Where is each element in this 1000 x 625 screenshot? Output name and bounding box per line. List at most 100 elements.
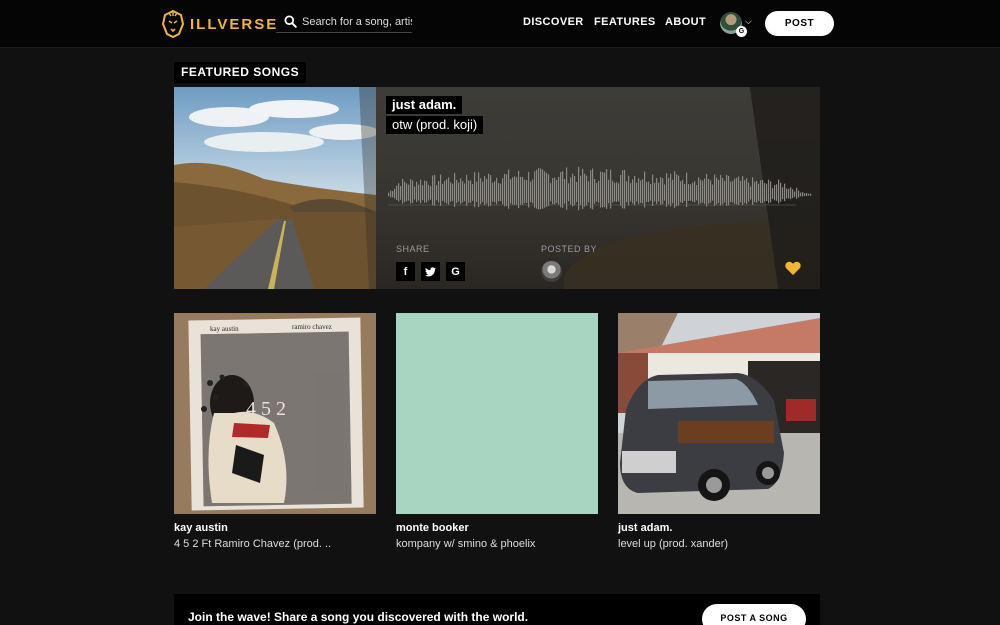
waveform-bar bbox=[592, 168, 594, 210]
nav-features[interactable]: FEATURES bbox=[594, 16, 656, 28]
waveform-bar bbox=[540, 168, 542, 210]
search-icon[interactable] bbox=[284, 14, 297, 29]
waveform[interactable] bbox=[388, 153, 812, 225]
waveform-bar bbox=[422, 185, 424, 201]
featured-song-card[interactable]: just adam. otw (prod. koji) SHARE f G PO… bbox=[174, 87, 820, 289]
waveform-bar bbox=[804, 193, 806, 196]
waveform-bar bbox=[748, 182, 750, 202]
waveform-bar bbox=[408, 184, 410, 201]
waveform-bar bbox=[478, 172, 480, 208]
twitter-share-button[interactable] bbox=[421, 262, 440, 281]
waveform-bar bbox=[472, 184, 474, 201]
top-nav: ILLVERSE DISCOVER FEATURES ABOUT G ⌵ POS… bbox=[0, 0, 1000, 48]
nav-about[interactable]: ABOUT bbox=[665, 16, 706, 28]
lion-head-icon bbox=[162, 10, 184, 38]
waveform-bar bbox=[398, 183, 400, 202]
album-art[interactable] bbox=[618, 313, 820, 514]
card-artist[interactable]: just adam. bbox=[618, 522, 672, 534]
waveform-bar bbox=[724, 180, 726, 203]
album-art-label-left: kay austin bbox=[210, 325, 239, 333]
waveform-bar bbox=[474, 172, 476, 208]
waveform-bar bbox=[650, 184, 652, 201]
song-card[interactable]: kay austin ramiro chavez 4 5 2 kay austi… bbox=[174, 313, 376, 550]
waveform-bar bbox=[756, 180, 758, 203]
waveform-bar bbox=[684, 183, 686, 201]
post-a-song-button[interactable]: POST A SONG bbox=[702, 604, 806, 625]
waveform-bar bbox=[780, 182, 782, 202]
card-song-title[interactable]: level up (prod. xander) bbox=[618, 538, 728, 550]
waveform-bar bbox=[800, 192, 802, 197]
album-art[interactable] bbox=[396, 313, 598, 514]
waveform-bar bbox=[562, 171, 564, 208]
featured-artist[interactable]: just adam. bbox=[386, 96, 463, 114]
waveform-bar bbox=[434, 174, 436, 206]
waveform-bar bbox=[466, 174, 468, 206]
waveform-bar bbox=[450, 182, 452, 202]
waveform-bar bbox=[544, 171, 546, 208]
waveform-bar bbox=[714, 174, 716, 206]
search-bar bbox=[276, 11, 412, 33]
featured-song-title[interactable]: otw (prod. koji) bbox=[386, 116, 484, 134]
nav-discover[interactable]: DISCOVER bbox=[523, 16, 584, 28]
waveform-bar bbox=[504, 173, 506, 207]
waveform-bar bbox=[538, 167, 540, 210]
waveform-bar bbox=[396, 185, 398, 201]
waveform-bar bbox=[708, 178, 710, 204]
user-menu[interactable]: G ⌵ bbox=[720, 12, 754, 38]
waveform-bar bbox=[492, 182, 494, 202]
waveform-bar bbox=[802, 192, 804, 197]
facebook-share-button[interactable]: f bbox=[396, 262, 415, 281]
song-card[interactable]: just adam. level up (prod. xander) bbox=[618, 313, 820, 550]
card-song-title[interactable]: 4 5 2 Ft Ramiro Chavez (prod. .. bbox=[174, 538, 331, 550]
post-song-banner: Join the wave! Share a song you discover… bbox=[174, 594, 820, 625]
waveform-bar bbox=[608, 179, 610, 204]
heart-icon[interactable] bbox=[785, 260, 801, 276]
waveform-bar bbox=[400, 186, 402, 200]
waveform-bar bbox=[526, 180, 528, 204]
waveform-bar bbox=[508, 169, 510, 209]
waveform-bar bbox=[506, 174, 508, 207]
featured-album-art[interactable] bbox=[174, 87, 376, 289]
waveform-bar bbox=[484, 176, 486, 206]
waveform-bar bbox=[558, 176, 560, 205]
waveform-bar bbox=[720, 175, 722, 206]
card-artist[interactable]: monte booker bbox=[396, 522, 469, 534]
search-input[interactable] bbox=[302, 15, 412, 28]
card-artist[interactable]: kay austin bbox=[174, 522, 228, 534]
waveform-bar bbox=[496, 177, 498, 205]
waveform-bar bbox=[688, 184, 690, 201]
waveform-bar bbox=[768, 179, 770, 204]
waveform-bar bbox=[572, 173, 574, 207]
waveform-bar bbox=[612, 180, 614, 203]
google-share-button[interactable]: G bbox=[446, 262, 465, 281]
card-song-title[interactable]: kompany w/ smino & phoelix bbox=[396, 538, 535, 550]
chevron-down-icon: ⌵ bbox=[745, 16, 752, 26]
song-card[interactable]: monte booker kompany w/ smino & phoelix bbox=[396, 313, 598, 550]
waveform-bar bbox=[532, 179, 534, 204]
waveform-bar bbox=[534, 171, 536, 208]
album-art[interactable]: kay austin ramiro chavez 4 5 2 bbox=[174, 313, 376, 514]
waveform-bar bbox=[584, 173, 586, 207]
waveform-bar bbox=[658, 182, 660, 202]
waveform-bar bbox=[700, 179, 702, 204]
waveform-bar bbox=[776, 184, 778, 201]
brand-logo[interactable]: ILLVERSE bbox=[162, 9, 278, 39]
waveform-bar bbox=[586, 175, 588, 206]
waveform-bar bbox=[664, 184, 666, 201]
waveform-bar bbox=[680, 181, 682, 203]
waveform-bar bbox=[582, 168, 584, 210]
waveform-bar bbox=[494, 181, 496, 203]
waveform-bar bbox=[790, 187, 792, 200]
waveform-bar bbox=[490, 175, 492, 206]
post-button[interactable]: POST bbox=[765, 11, 834, 36]
waveform-bar bbox=[702, 180, 704, 203]
waveform-bar bbox=[662, 178, 664, 205]
waveform-bar bbox=[454, 172, 456, 207]
waveform-bar bbox=[808, 193, 810, 196]
poster-avatar[interactable] bbox=[541, 261, 562, 282]
waveform-bar bbox=[528, 171, 530, 208]
waveform-bar bbox=[746, 178, 748, 205]
waveform-bar bbox=[774, 185, 776, 201]
waveform-bar bbox=[482, 181, 484, 203]
waveform-bar bbox=[448, 177, 450, 205]
